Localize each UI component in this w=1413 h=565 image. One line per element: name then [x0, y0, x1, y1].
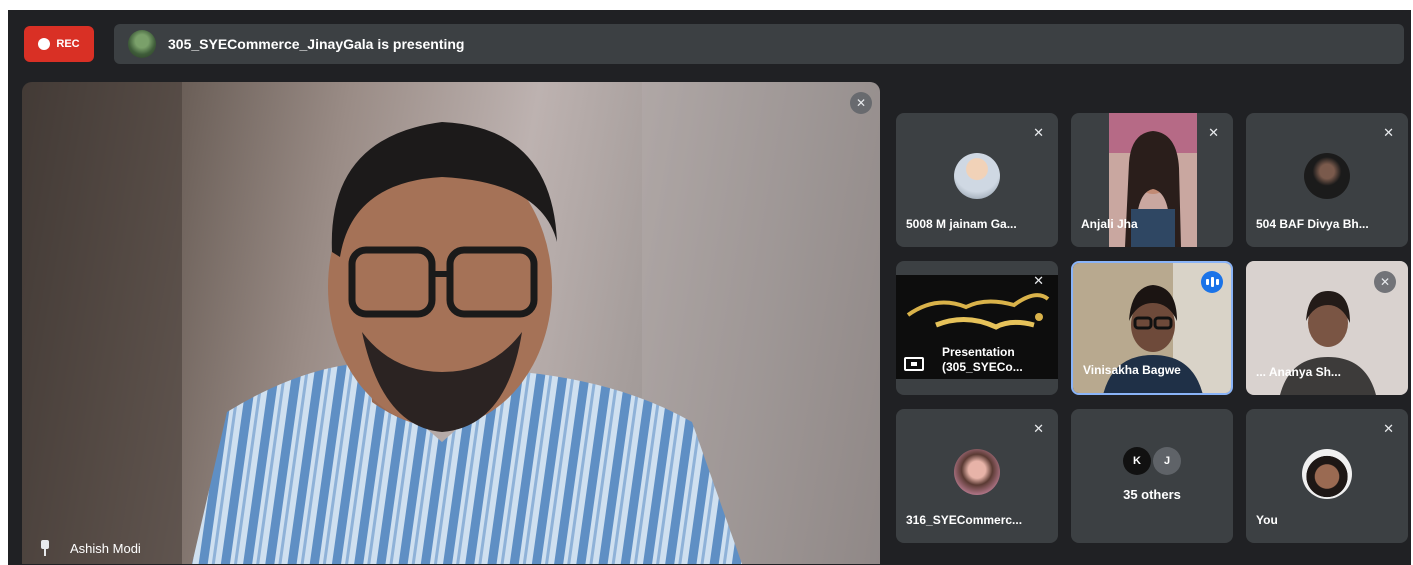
- participant-tile[interactable]: ✕ 504 BAF Divya Bh...: [1246, 113, 1408, 247]
- record-dot-icon: [38, 38, 51, 50]
- pin-icon[interactable]: [38, 540, 52, 556]
- mic-off-icon: ✕: [1374, 271, 1396, 293]
- meet-window: REC 305_SYECommerce_JinayGala is present…: [8, 10, 1411, 565]
- present-screen-icon: [904, 357, 924, 371]
- participant-tile[interactable]: ✕ Anjali Jha: [1071, 113, 1233, 247]
- mic-off-icon: ✕: [1033, 421, 1044, 436]
- mic-off-icon: ✕: [1383, 125, 1394, 140]
- main-speaker-video[interactable]: ✕ Ashish Modi: [22, 82, 880, 564]
- mic-off-icon: ✕: [850, 92, 872, 114]
- self-tile[interactable]: ✕ You: [1246, 409, 1408, 543]
- recording-indicator[interactable]: REC: [24, 26, 94, 62]
- participant-tile[interactable]: ✕ 5008 M jainam Ga...: [896, 113, 1058, 247]
- presenting-banner[interactable]: 305_SYECommerce_JinayGala is presenting: [114, 24, 1404, 64]
- presentation-label: Presentation (305_SYECo...: [942, 345, 1023, 374]
- speaker-video-frame: [22, 82, 880, 564]
- participant-name: 504 BAF Divya Bh...: [1256, 217, 1369, 231]
- avatar: [954, 153, 1000, 199]
- mic-off-icon: ✕: [1383, 421, 1394, 436]
- presentation-tile[interactable]: ✕ Presentation (305_SYECo...: [896, 261, 1058, 395]
- speaking-indicator-icon: [1201, 271, 1223, 293]
- speaker-name-tag: Ashish Modi: [38, 540, 141, 556]
- participant-name: ... Ananya Sh...: [1256, 365, 1341, 379]
- others-avatar-1: K: [1123, 447, 1151, 475]
- participant-tile[interactable]: ✕ 316_SYECommerc...: [896, 409, 1058, 543]
- participant-name: 316_SYECommerc...: [906, 513, 1023, 527]
- participant-name: Anjali Jha: [1081, 217, 1138, 231]
- presenter-avatar: [128, 30, 156, 58]
- participant-name: Vinisakha Bagwe: [1083, 363, 1181, 377]
- mic-off-icon: ✕: [1208, 125, 1219, 140]
- mic-off-icon: ✕: [1033, 125, 1044, 140]
- participant-tile[interactable]: ✕ ... Ananya Sh...: [1246, 261, 1408, 395]
- others-tile[interactable]: K J 35 others: [1071, 409, 1233, 543]
- others-avatar-2: J: [1153, 447, 1181, 475]
- avatar: [1304, 153, 1350, 199]
- participant-tile-speaking[interactable]: Vinisakha Bagwe: [1071, 261, 1233, 395]
- participant-name: You: [1256, 513, 1278, 527]
- participant-name: 5008 M jainam Ga...: [906, 217, 1017, 231]
- avatar: [1302, 449, 1352, 499]
- speaker-name: Ashish Modi: [70, 540, 141, 556]
- others-count: 35 others: [1123, 487, 1181, 502]
- avatar: [954, 449, 1000, 495]
- mic-off-icon: ✕: [1033, 273, 1044, 288]
- presenting-text: 305_SYECommerce_JinayGala is presenting: [168, 36, 465, 52]
- rec-label: REC: [56, 38, 80, 50]
